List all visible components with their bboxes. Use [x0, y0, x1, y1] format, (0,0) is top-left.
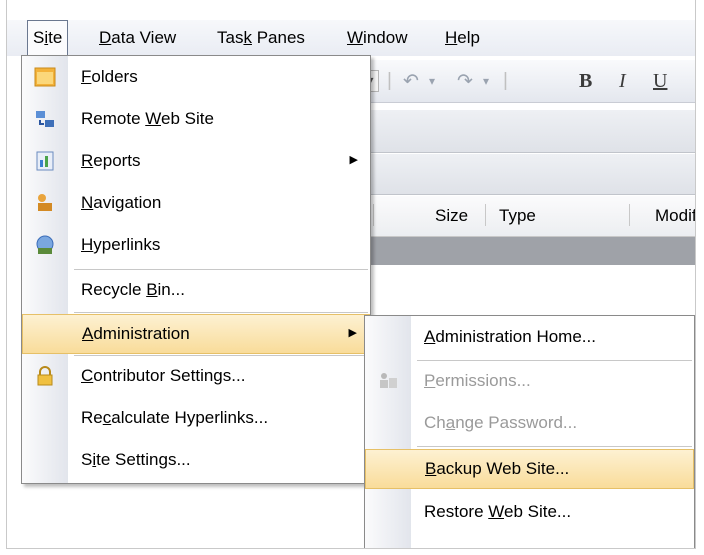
column-divider[interactable]	[629, 204, 630, 226]
column-type[interactable]: Type	[499, 206, 536, 226]
menu-site[interactable]: Site	[27, 20, 69, 56]
redo-dropdown-icon[interactable]: ▾	[483, 74, 489, 88]
file-list-header: Size Type Modifi	[357, 196, 695, 237]
menu-item-site-settings[interactable]: Site Settings...	[22, 441, 370, 481]
menu-bar: Site Data View Task Panes Window Help	[7, 20, 695, 56]
menu-separator	[417, 446, 692, 447]
menu-item-navigation[interactable]: Navigation	[22, 184, 370, 224]
navigation-icon	[38, 194, 52, 211]
menu-item-hyperlinks[interactable]: Hyperlinks	[22, 226, 370, 266]
application-window: Site Data View Task Panes Window Help ▾ …	[6, 0, 696, 549]
menu-item-folders[interactable]: Folders	[22, 58, 370, 98]
toolbar-separator: |	[503, 70, 508, 91]
remote-site-icon	[36, 111, 54, 127]
folder-icon	[34, 67, 56, 87]
file-list-row-selected[interactable]	[357, 237, 695, 265]
toolbar-separator: |	[387, 70, 392, 91]
menu-task-panes[interactable]: Task Panes	[217, 20, 305, 56]
column-size[interactable]: Size	[435, 206, 468, 226]
column-divider[interactable]	[485, 204, 486, 226]
menu-item-backup-web-site[interactable]: Backup Web Site...	[365, 449, 694, 489]
tab-band	[357, 154, 695, 195]
menu-separator	[74, 355, 368, 356]
site-menu: Folders Remote Web Site Reports ▶ Naviga…	[21, 55, 371, 484]
lock-icon	[37, 366, 53, 386]
underline-button[interactable]: U	[653, 70, 667, 93]
menu-item-remote-web-site[interactable]: Remote Web Site	[22, 100, 370, 140]
menu-item-administration-home[interactable]: Administration Home...	[365, 318, 694, 358]
reports-icon	[36, 151, 54, 171]
menu-item-contributor-settings[interactable]: Contributor Settings...	[22, 357, 370, 397]
bold-button[interactable]: B	[579, 70, 592, 93]
menu-item-restore-web-site[interactable]: Restore Web Site...	[365, 493, 694, 533]
column-modified[interactable]: Modifi	[655, 206, 695, 226]
redo-icon[interactable]: ↷	[457, 70, 473, 93]
menu-separator	[74, 312, 368, 313]
undo-icon[interactable]: ↶	[403, 70, 419, 93]
menu-item-reports[interactable]: Reports ▶	[22, 142, 370, 182]
undo-dropdown-icon[interactable]: ▾	[429, 74, 435, 88]
menu-item-administration[interactable]: Administration ▶	[22, 314, 370, 354]
toolbar-band	[357, 110, 695, 153]
menu-help[interactable]: Help	[445, 20, 480, 56]
menu-window[interactable]: Window	[347, 20, 407, 56]
menu-item-recalculate-hyperlinks[interactable]: Recalculate Hyperlinks...	[22, 399, 370, 439]
submenu-arrow-icon: ▶	[348, 327, 357, 339]
italic-button[interactable]: I	[619, 70, 626, 93]
column-divider[interactable]	[373, 204, 374, 226]
formatting-toolbar: ▾ | ↶ ▾ ↷ ▾ | B I U	[357, 60, 695, 103]
menu-item-change-password[interactable]: Change Password...	[365, 404, 694, 444]
menu-separator	[74, 269, 368, 270]
administration-submenu: Administration Home... Permissions... Ch…	[364, 315, 695, 548]
menu-item-recycle-bin[interactable]: Recycle Bin...	[22, 271, 370, 311]
menu-item-permissions[interactable]: Permissions...	[365, 362, 694, 402]
hyperlinks-icon	[36, 235, 54, 254]
submenu-arrow-icon: ▶	[349, 154, 358, 166]
menu-data-view[interactable]: Data View	[99, 20, 176, 56]
permissions-icon	[380, 373, 397, 388]
menu-separator	[417, 360, 692, 361]
